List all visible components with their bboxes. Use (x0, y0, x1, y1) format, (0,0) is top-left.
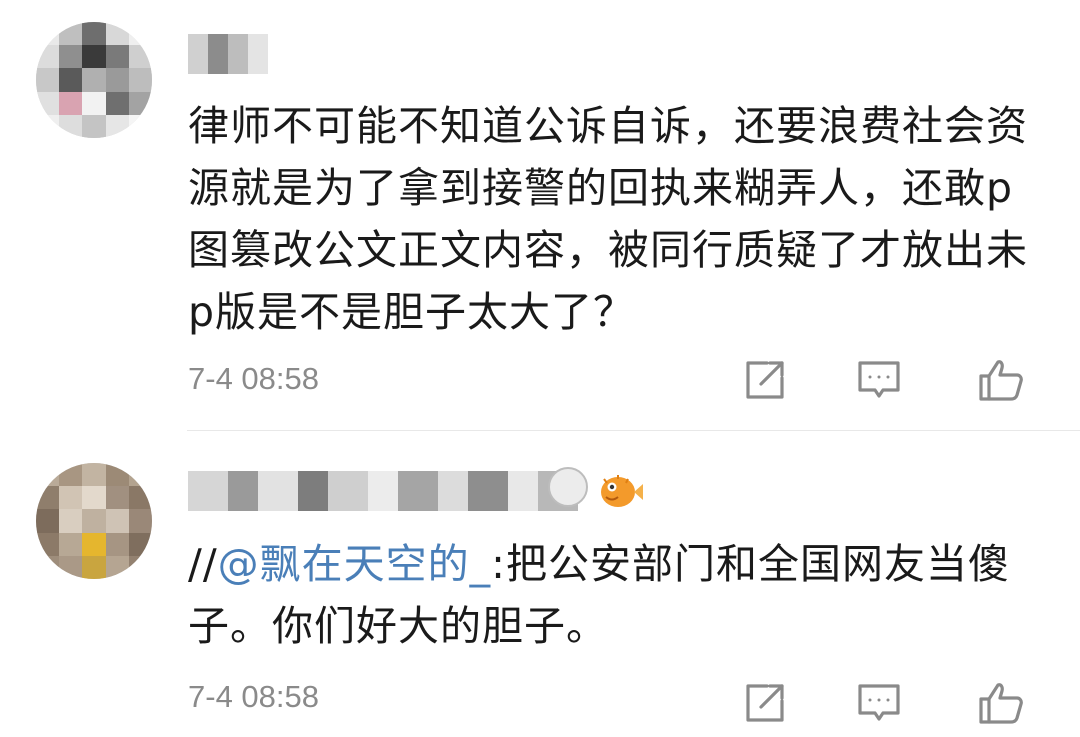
comment-icon (858, 684, 900, 721)
share-button[interactable] (741, 356, 789, 404)
comment-item: //@飘在天空的_:把公安部门和全国网友当傻子。你们好大的胆子。 7-4 08:… (0, 431, 1080, 737)
like-button[interactable] (977, 356, 1025, 404)
comment-button[interactable] (855, 679, 903, 727)
comment-button[interactable] (855, 356, 903, 404)
comment-text: 律师不可能不知道公诉自诉，还要浪费社会资源就是为了拿到接警的回执来糊弄人，还敢p… (188, 102, 1028, 336)
username-censored[interactable] (188, 34, 268, 74)
mention-link[interactable]: @飘在天空的_ (218, 540, 492, 588)
comment-icon (858, 361, 900, 398)
share-icon (746, 684, 784, 722)
pufferfish-badge-icon (598, 471, 644, 511)
repost-prefix: // (188, 540, 218, 588)
username-censored[interactable] (188, 471, 588, 511)
comment-text: //@飘在天空的_:把公安部门和全国网友当傻子。你们好大的胆子。 (188, 533, 1040, 657)
timestamp: 7-4 08:58 (188, 679, 319, 714)
avatar[interactable] (36, 463, 152, 579)
timestamp: 7-4 08:58 (188, 361, 319, 396)
thumbs-up-icon (979, 360, 1023, 401)
like-button[interactable] (977, 679, 1025, 727)
vip-badge-icon (548, 467, 588, 507)
comment-item: 律师不可能不知道公诉自诉，还要浪费社会资源就是为了拿到接警的回执来糊弄人，还敢p… (0, 0, 1080, 430)
avatar[interactable] (36, 22, 152, 138)
share-icon (746, 361, 784, 399)
share-button[interactable] (741, 679, 789, 727)
thumbs-up-icon (979, 683, 1023, 724)
